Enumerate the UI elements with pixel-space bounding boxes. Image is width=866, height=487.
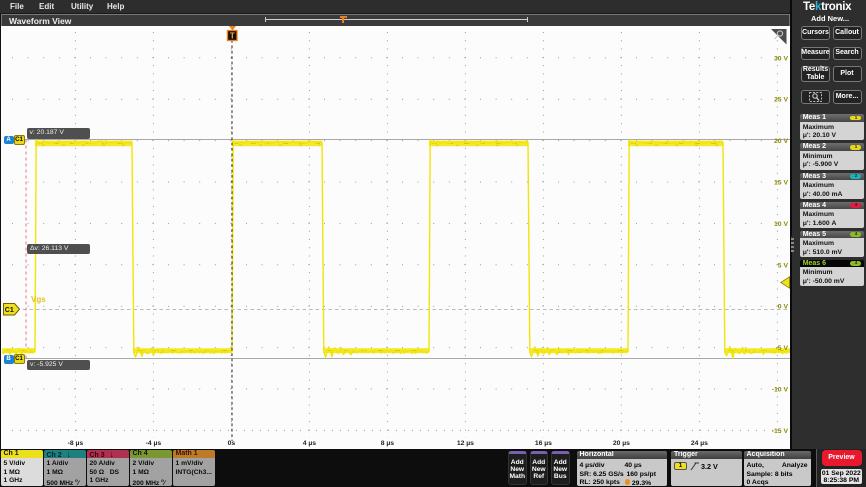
svg-text:-8 µs: -8 µs (68, 440, 84, 447)
svg-text:-4 µs: -4 µs (146, 440, 162, 447)
svg-text:20 µs: 20 µs (613, 440, 630, 447)
svg-text:-15 V: -15 V (772, 428, 789, 435)
svg-text:16 µs: 16 µs (535, 440, 552, 447)
svg-text:4 µs: 4 µs (303, 440, 317, 447)
svg-text:15 V: 15 V (774, 180, 788, 187)
svg-text:-5 V: -5 V (776, 345, 789, 352)
svg-text:0 V: 0 V (778, 304, 789, 311)
svg-text:Vgs: Vgs (31, 295, 46, 304)
svg-text:T: T (230, 32, 235, 41)
svg-text:12 µs: 12 µs (457, 440, 474, 447)
svg-text:0s: 0s (228, 440, 236, 447)
svg-text:24 µs: 24 µs (691, 440, 708, 447)
svg-text:C1: C1 (5, 307, 14, 314)
svg-text:25 V: 25 V (774, 97, 788, 104)
svg-text:10 V: 10 V (774, 221, 788, 228)
svg-text:-10 V: -10 V (772, 387, 789, 394)
svg-text:20 V: 20 V (774, 138, 788, 145)
svg-text:30 V: 30 V (774, 55, 788, 62)
svg-text:5 V: 5 V (778, 262, 789, 269)
svg-text:8 µs: 8 µs (381, 440, 395, 447)
